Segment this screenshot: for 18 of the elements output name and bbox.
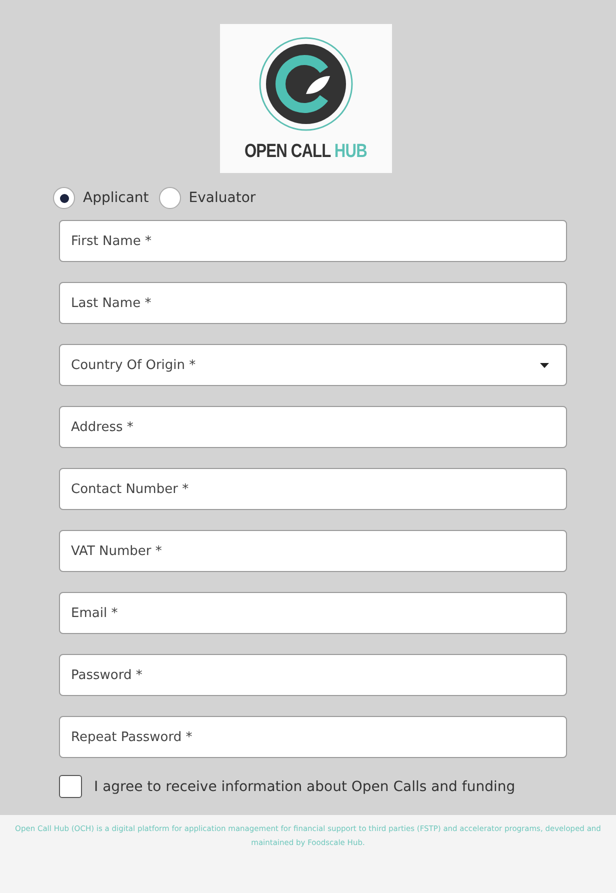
consent-label: I agree to receive information about Open Calls and funding: [94, 778, 516, 794]
input-field[interactable]: Repeat Password *: [59, 716, 567, 758]
radio-icon[interactable]: [158, 187, 181, 209]
caret-icon: [540, 362, 549, 368]
role-radio[interactable]: Applicant: [53, 187, 149, 209]
radio-icon[interactable]: [53, 187, 75, 209]
checkbox[interactable]: [59, 775, 82, 798]
input-field[interactable]: First Name *: [59, 220, 567, 262]
input-field[interactable]: Address *: [59, 406, 567, 448]
input-field[interactable]: Contact Number *: [59, 468, 567, 510]
input-field[interactable]: Password *: [59, 654, 567, 696]
input-field[interactable]: Last Name *: [59, 282, 567, 324]
logo-text: OPEN CALL HUB: [244, 141, 368, 163]
logo-icon: [258, 36, 354, 132]
role-radio[interactable]: Evaluator: [158, 187, 256, 209]
input-field[interactable]: Email *: [59, 592, 567, 634]
country-dropdown[interactable]: Country Of Origin *: [59, 344, 567, 386]
input-field[interactable]: VAT Number *: [59, 530, 567, 572]
